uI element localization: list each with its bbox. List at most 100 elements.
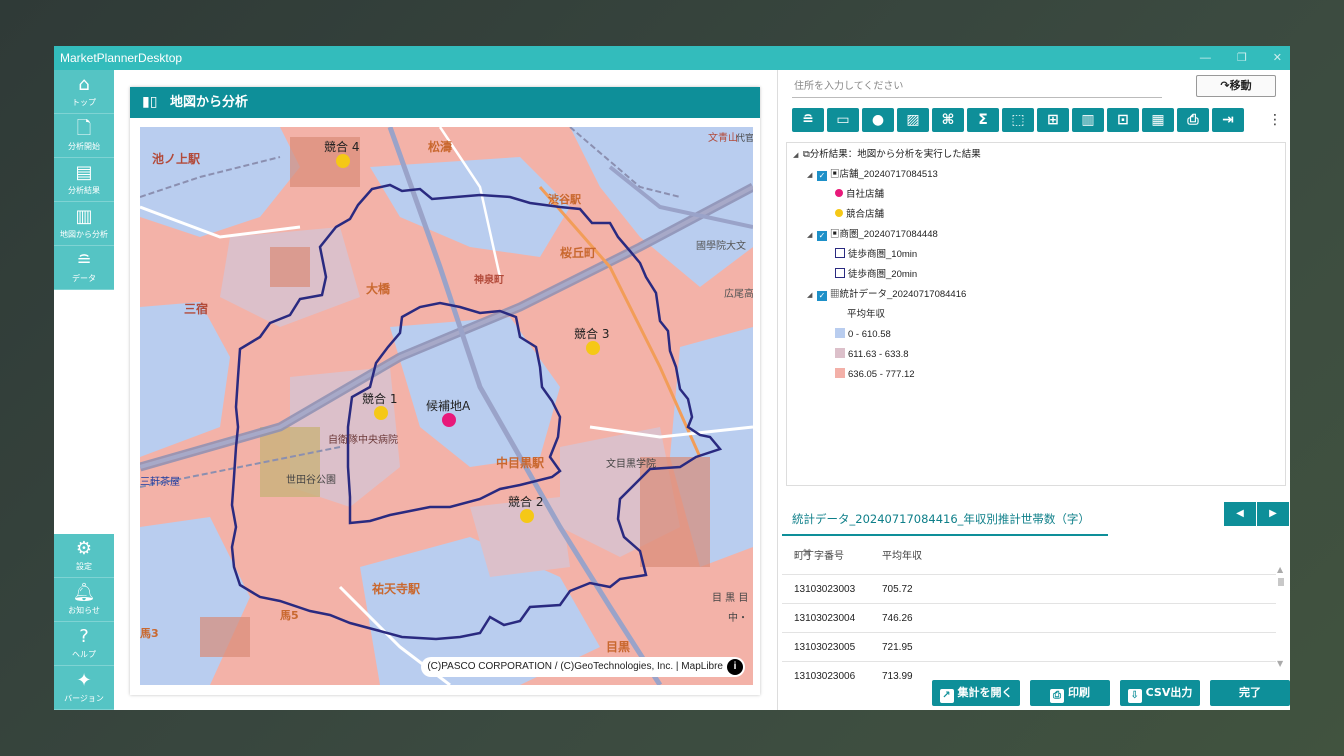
tree-root[interactable]: ◢ ⧉分析結果：地図から分析を実行した結果	[793, 147, 981, 163]
hatch-icon[interactable]: ▨	[897, 108, 929, 132]
competitor-dot	[835, 209, 843, 217]
collapse-icon[interactable]: ◢	[793, 148, 803, 164]
nav-label: 設定	[76, 562, 92, 571]
map-label: 神泉町	[474, 273, 504, 286]
table-icon[interactable]: ▦	[1142, 108, 1174, 132]
competitor-marker[interactable]	[586, 341, 600, 355]
table-row[interactable]: 13103023004 746.26	[782, 603, 1276, 632]
map-view[interactable]: 池ノ上駅 松濤 文青山 渋谷駅 桜丘町 神泉町 大橋 三宿 國學院大文 広尾高 …	[140, 127, 753, 685]
nav-label: 地図から分析	[60, 230, 108, 239]
tree-label: 競合店舗	[846, 209, 885, 220]
printer-icon[interactable]: ⎙	[1177, 108, 1209, 132]
nav-analysis-result[interactable]: ▤ 分析結果	[54, 158, 114, 202]
nav-label: 分析結果	[68, 186, 100, 195]
network-icon[interactable]: ⌘	[932, 108, 964, 132]
table-cell: 746.26	[882, 613, 913, 624]
bag-icon[interactable]: ⊡	[1107, 108, 1139, 132]
nav-label: お知らせ	[68, 606, 100, 615]
tree-label: 商圏_20240717084448	[839, 229, 938, 240]
marker-label: 競合 3	[574, 326, 609, 341]
map-label: 中・	[728, 611, 748, 624]
map-label: 広尾高	[724, 287, 753, 300]
gear-icon: ⚙	[75, 538, 93, 559]
tree-label: 徒歩商圏_20min	[848, 269, 918, 280]
column-header[interactable]: 町丁字番号	[794, 540, 882, 574]
app-title: MarketPlannerDesktop	[60, 51, 183, 65]
app-window: MarketPlannerDesktop — ❐ ✕ ⌂ トップ 🗋 分析開始 …	[54, 46, 1290, 710]
stats-table: 町丁字番号 平均年収 13103023003 705.72 13103023004 7…	[782, 540, 1276, 682]
more-options-icon[interactable]: ⋮	[1268, 108, 1282, 132]
collapse-icon[interactable]: ◢	[807, 228, 817, 244]
nav-analysis-start[interactable]: 🗋 分析開始	[54, 114, 114, 158]
table-cell: 13103023003	[794, 584, 856, 595]
minimize-icon[interactable]: —	[1200, 46, 1211, 70]
person-icon[interactable]: ●	[862, 108, 894, 132]
tree-stats-layer[interactable]: ◢ ✓ ▦統計データ_20240717084416	[807, 287, 966, 303]
checkbox[interactable]: ✓	[817, 231, 827, 241]
export-icon[interactable]: ⇥	[1212, 108, 1244, 132]
nav-settings[interactable]: ⚙ 設定	[54, 534, 114, 578]
move-button-label: 移動	[1229, 79, 1252, 92]
candidate-site-marker[interactable]	[442, 413, 456, 427]
map-label: 桜丘町	[560, 245, 596, 260]
print-button[interactable]: ⎙ 印刷	[1030, 680, 1110, 706]
move-button[interactable]: ↷移動	[1196, 75, 1276, 97]
open-aggregate-button[interactable]: ↗ 集計を開く	[932, 680, 1020, 706]
map-canvas[interactable]: 池ノ上駅 松濤 文青山 渋谷駅 桜丘町 神泉町 大橋 三宿 國學院大文 広尾高 …	[140, 127, 753, 685]
layers-icon: ⧉	[803, 149, 810, 160]
select-icon[interactable]: ⬚	[1002, 108, 1034, 132]
table-row[interactable]: 13103023003 705.72	[782, 574, 1276, 603]
tree-store-layer[interactable]: ◢ ✓ ▣店舗_20240717084513	[807, 167, 938, 183]
tree-trade-layer[interactable]: ◢ ✓ ▣商圏_20240717084448	[807, 227, 938, 243]
database-icon: ≘	[76, 250, 92, 271]
grid-icon: ▦	[830, 289, 840, 300]
nav-notice[interactable]: 🔔︎ お知らせ	[54, 578, 114, 622]
table-row[interactable]: 13103023005 721.95	[782, 632, 1276, 661]
bar-chart-icon[interactable]: ▥	[1072, 108, 1104, 132]
nav-version[interactable]: ✦ バージョン	[54, 666, 114, 710]
marker-label: 競合 2	[508, 494, 543, 509]
column-header[interactable]: 平均年収	[882, 540, 922, 574]
map-label: 三軒茶屋	[140, 475, 180, 488]
frame-icon[interactable]: ⊞	[1037, 108, 1069, 132]
map-icon: ▥	[75, 206, 93, 227]
sigma-icon[interactable]: Σ	[967, 108, 999, 132]
report-icon: ▤	[75, 162, 93, 183]
new-document-icon: 🗋	[76, 118, 92, 139]
nav-data[interactable]: ≘ データ	[54, 246, 114, 290]
competitor-marker[interactable]	[520, 509, 534, 523]
maximize-icon[interactable]: ❐	[1237, 46, 1247, 70]
collapse-icon[interactable]: ◢	[807, 168, 817, 184]
tab-stats-data[interactable]: 統計データ_20240717084416_年収別推計世帯数（字）✖	[782, 502, 1108, 560]
map-label: 馬3	[140, 627, 159, 640]
prev-page-button[interactable]: ◀	[1224, 502, 1256, 526]
home-icon: ⌂	[78, 74, 90, 95]
competitor-marker[interactable]	[336, 154, 350, 168]
collapse-icon[interactable]: ◢	[807, 288, 817, 304]
attribution-text: (C)PASCO CORPORATION / (C)GeoTechnologie…	[427, 661, 723, 672]
map-label: 目 黒 目	[712, 592, 748, 604]
checkbox[interactable]: ✓	[817, 291, 827, 301]
done-button[interactable]: 完了	[1210, 680, 1290, 706]
nav-top[interactable]: ⌂ トップ	[54, 70, 114, 114]
printer-icon: ⎙	[1050, 689, 1064, 703]
nav-map-analysis[interactable]: ▥ 地図から分析	[54, 202, 114, 246]
layer-tree: ◢ ⧉分析結果：地図から分析を実行した結果 ◢ ✓ ▣店舗_2024071708451…	[786, 142, 1286, 486]
side-nav: ⌂ トップ 🗋 分析開始 ▤ 分析結果 ▥ 地図から分析 ≘ データ ⚙ 設定 …	[54, 70, 114, 710]
competitor-marker[interactable]	[374, 406, 388, 420]
database-icon[interactable]: ≘	[792, 108, 824, 132]
address-input[interactable]: 住所を入力してください	[792, 78, 1162, 98]
close-icon[interactable]: ✕	[1273, 46, 1282, 70]
store-icon[interactable]: ▭	[827, 108, 859, 132]
next-page-button[interactable]: ▶	[1257, 502, 1289, 526]
checkbox[interactable]: ✓	[817, 171, 827, 181]
chart-icon: ▣	[830, 169, 840, 180]
outline-swatch	[835, 268, 845, 278]
csv-export-button[interactable]: ⇩ CSV出力	[1120, 680, 1200, 706]
table-scrollbar[interactable]: ▲ ▼	[1277, 564, 1285, 668]
tree-label: 611.63 - 633.8	[848, 349, 909, 360]
nav-help[interactable]: ? ヘルプ	[54, 622, 114, 666]
tree-walk10: 徒歩商圏_10min	[835, 247, 917, 263]
info-icon[interactable]: i	[727, 659, 743, 675]
map-label: 文青山	[708, 131, 738, 144]
